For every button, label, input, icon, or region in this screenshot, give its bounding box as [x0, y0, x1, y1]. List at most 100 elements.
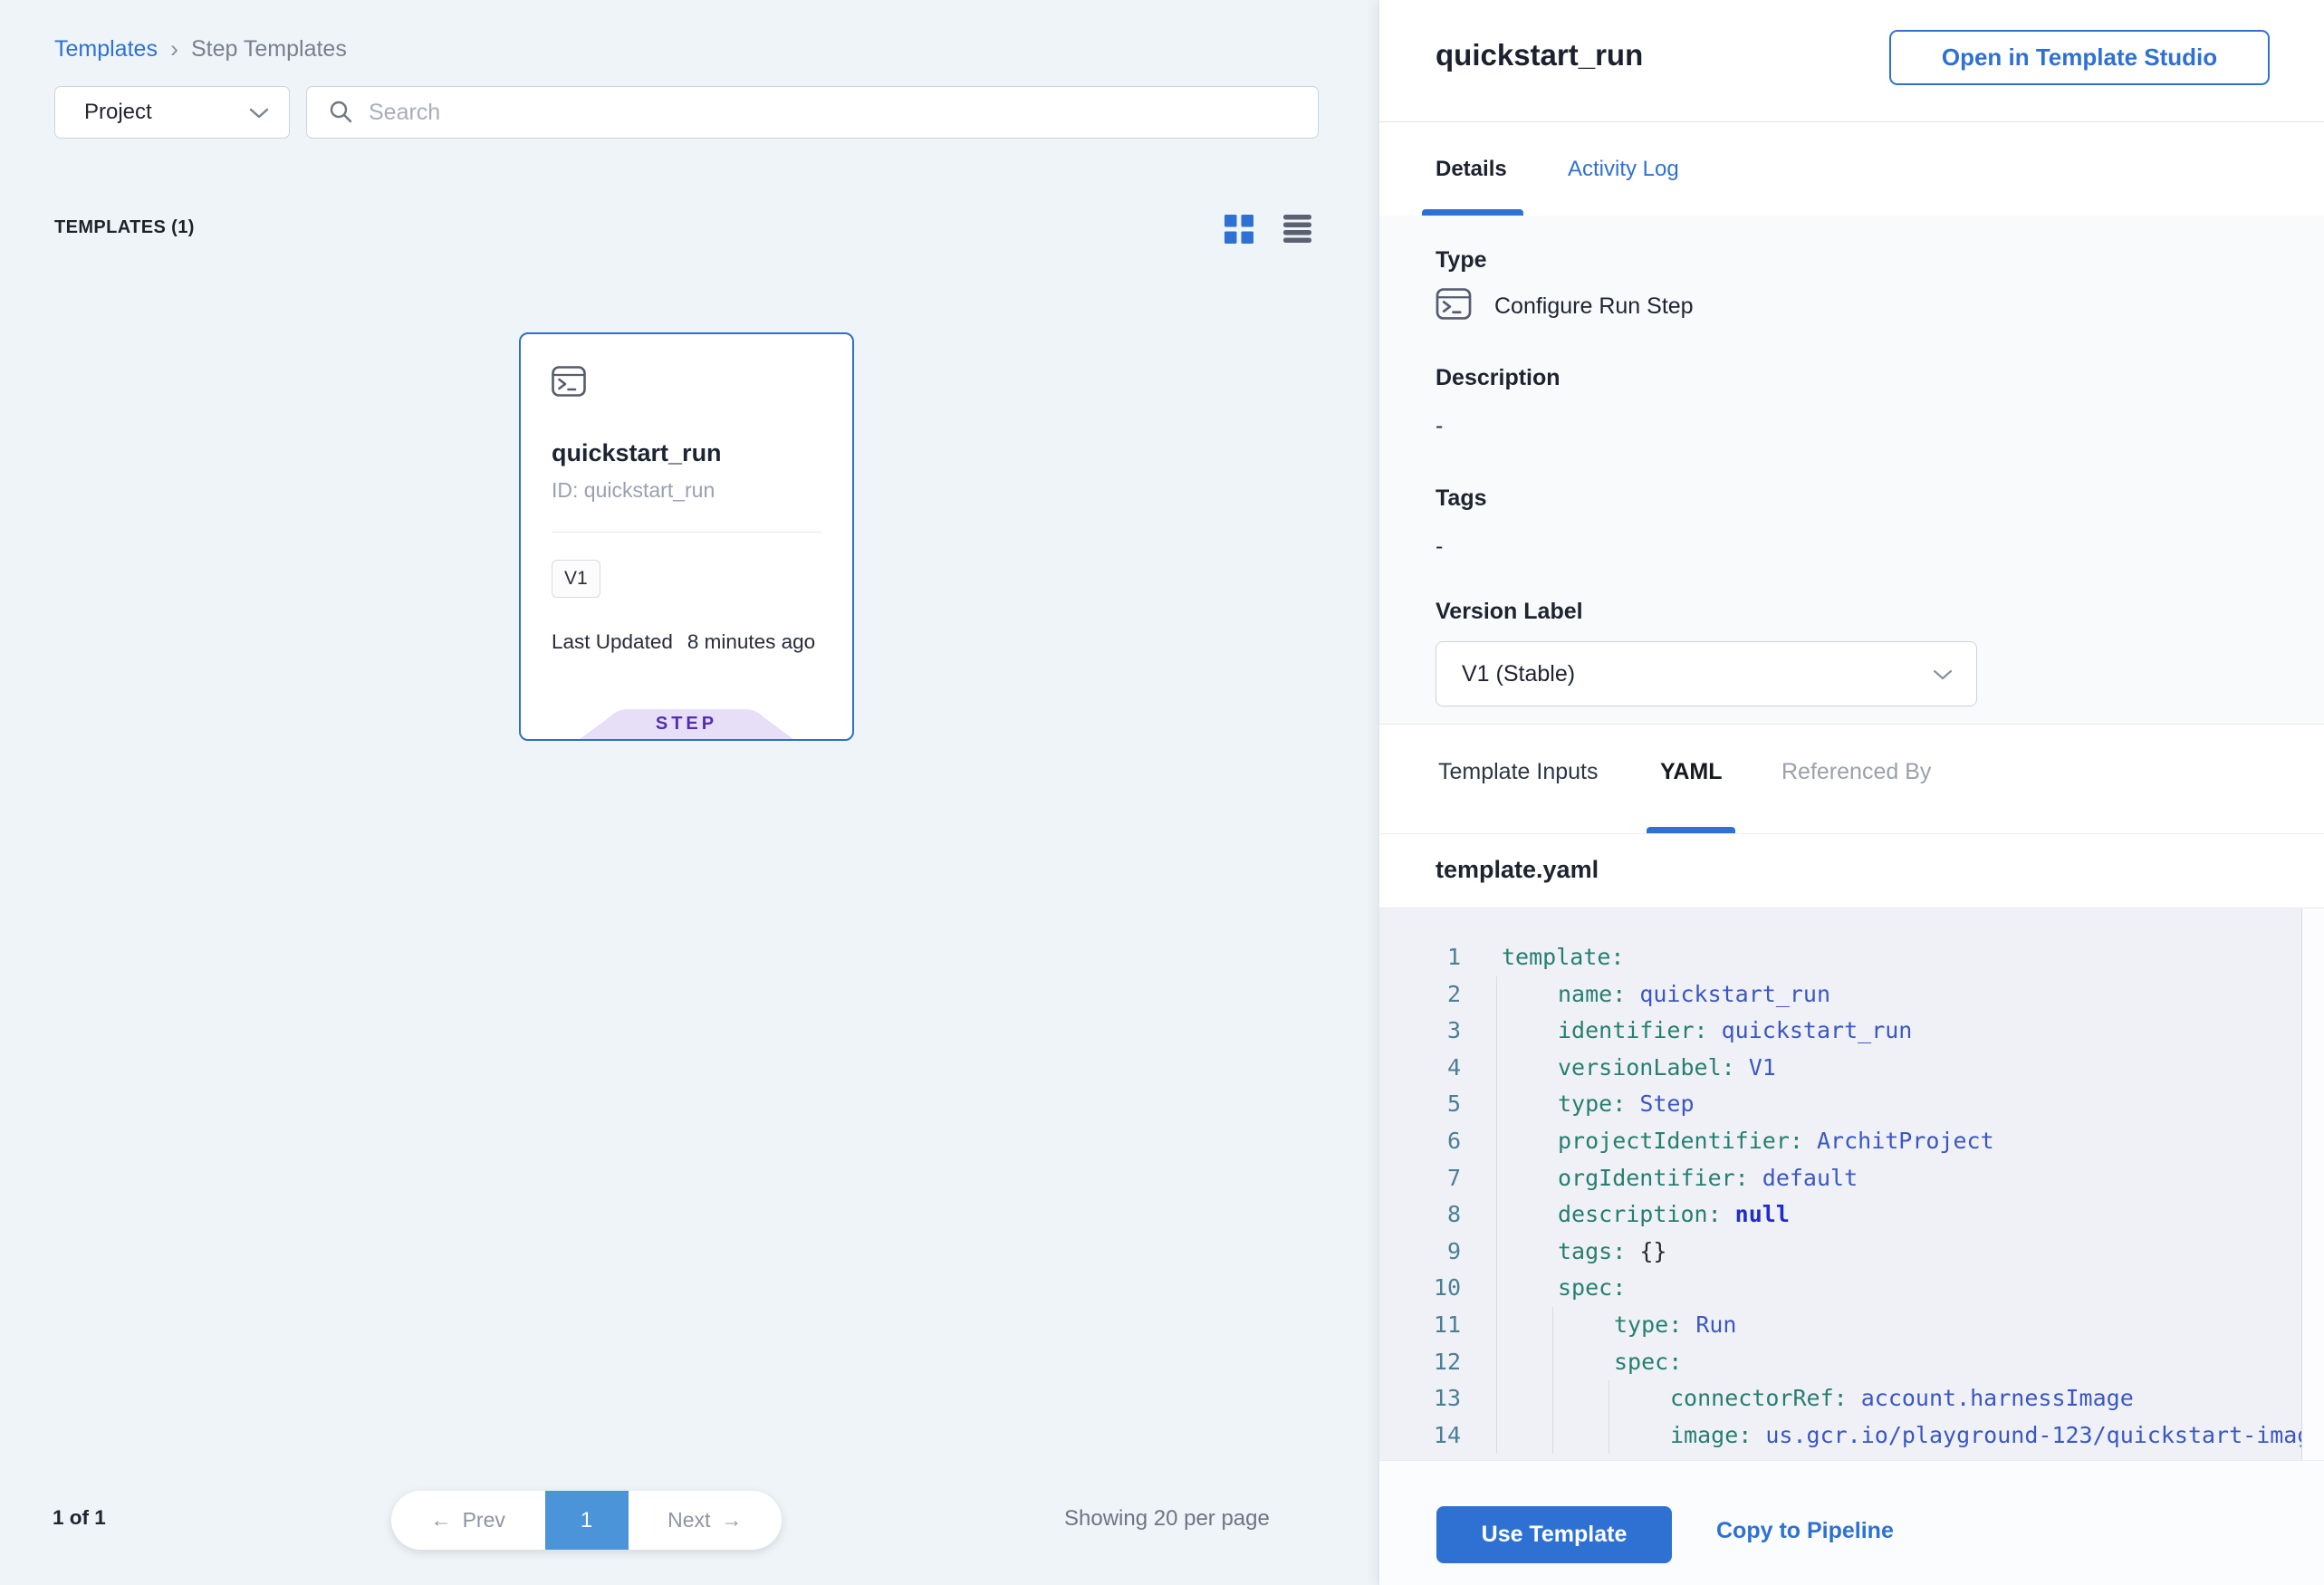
template-card[interactable]: quickstart_run ID: quickstart_run V1 Las… [519, 332, 854, 741]
active-tab-underline [1647, 827, 1735, 833]
tab-template-inputs[interactable]: Template Inputs [1438, 759, 1599, 785]
description-label: Description [1436, 364, 2324, 391]
indent-guide [1496, 1234, 1497, 1271]
yaml-line: 12 spec: [1379, 1344, 2302, 1381]
yaml-line: 4 versionLabel: V1 [1379, 1050, 2302, 1087]
details-footer: Use Template Copy to Pipeline [1379, 1460, 2324, 1585]
line-number: 2 [1379, 976, 1461, 1013]
line-number: 3 [1379, 1013, 1461, 1050]
yaml-file-header: template.yaml [1379, 834, 2324, 908]
next-page-button[interactable]: Next → [629, 1491, 783, 1550]
line-number: 11 [1379, 1307, 1461, 1344]
use-template-button[interactable]: Use Template [1436, 1506, 1672, 1563]
yaml-value: ArchitProject [1803, 1128, 1994, 1154]
indent-guide [1496, 1050, 1497, 1087]
tab-activity-log[interactable]: Activity Log [1568, 157, 1679, 182]
line-number: 4 [1379, 1050, 1461, 1087]
templates-count-label: TEMPLATES (1) [54, 217, 195, 238]
yaml-line: 11type: Run [1379, 1307, 2302, 1344]
scope-dropdown[interactable]: Project [54, 86, 290, 139]
line-number: 7 [1379, 1160, 1461, 1197]
open-in-template-studio-button[interactable]: Open in Template Studio [1889, 30, 2270, 85]
line-number: 9 [1379, 1234, 1461, 1271]
yaml-code-viewer: 1template:2name: quickstart_run3identifi… [1379, 908, 2324, 1460]
version-dropdown[interactable]: V1 (Stable) [1436, 641, 1977, 706]
copy-to-pipeline-link[interactable]: Copy to Pipeline [1716, 1518, 1894, 1544]
search-box [306, 86, 1319, 139]
yaml-key: versionLabel: [1558, 1054, 1735, 1081]
panel-title: quickstart_run [1436, 38, 1643, 72]
yaml-line: 5 type: Step [1379, 1086, 2302, 1123]
yaml-key: template: [1502, 944, 1624, 970]
templates-list-panel: Templates › Step Templates Project TEMPL… [0, 0, 1378, 1585]
list-view-icon[interactable] [1283, 214, 1312, 243]
indent-guide [1496, 1160, 1497, 1197]
version-dropdown-value: V1 (Stable) [1462, 661, 1575, 687]
type-value: Configure Run Step [1494, 293, 1694, 320]
search-input[interactable] [369, 100, 1292, 126]
yaml-value: V1 [1735, 1054, 1776, 1081]
yaml-value: Step [1626, 1090, 1694, 1117]
line-number: 1 [1379, 939, 1461, 976]
type-label: Type [1436, 246, 2324, 274]
template-card-title: quickstart_run [552, 439, 821, 467]
step-type-badge: STEP [580, 709, 793, 739]
yaml-line: 14image: us.gcr.io/playground-123/quicks… [1379, 1417, 2302, 1455]
indent-guide [1496, 1086, 1497, 1123]
scope-dropdown-value: Project [84, 100, 152, 125]
chevron-down-icon [249, 108, 269, 124]
tab-details[interactable]: Details [1436, 157, 1507, 182]
yaml-line: 10 spec: [1379, 1270, 2302, 1307]
line-number: 5 [1379, 1086, 1461, 1123]
yaml-line: 9 tags: {} [1379, 1234, 2302, 1271]
details-section: Type Configure Run Step Description - Ta… [1379, 216, 2324, 725]
arrow-right-icon: → [721, 1508, 742, 1532]
indent-guide [1496, 1123, 1497, 1160]
search-icon [329, 100, 354, 125]
tab-yaml[interactable]: YAML [1660, 759, 1723, 785]
yaml-line: 3identifier: quickstart_run [1379, 1013, 2302, 1050]
yaml-key: type: [1558, 1090, 1626, 1117]
indent-guide [1496, 1196, 1497, 1234]
yaml-value: Run [1682, 1311, 1736, 1338]
breadcrumb-current-page: Step Templates [191, 36, 347, 62]
last-updated-value: 8 minutes ago [687, 630, 815, 654]
tab-referenced-by[interactable]: Referenced By [1781, 759, 1931, 785]
yaml-value: {} [1626, 1238, 1666, 1264]
line-number: 6 [1379, 1123, 1461, 1160]
description-value: - [1436, 413, 2324, 439]
pagination: ← Prev 1 Next → [391, 1491, 782, 1550]
details-tab-bar: Details Activity Log [1379, 122, 2324, 216]
yaml-line: 2name: quickstart_run [1379, 976, 2302, 1013]
step-badge-label: STEP [580, 714, 793, 735]
line-number: 12 [1379, 1344, 1461, 1381]
line-number: 10 [1379, 1270, 1461, 1307]
breadcrumb-templates-link[interactable]: Templates [54, 36, 158, 62]
version-label: Version Label [1436, 598, 2324, 625]
terminal-icon [552, 385, 586, 400]
yaml-key: tags: [1558, 1238, 1626, 1264]
type-row: Configure Run Step [1436, 288, 2324, 324]
line-number: 13 [1379, 1380, 1461, 1417]
yaml-key: name: [1558, 981, 1626, 1007]
next-label: Next [667, 1508, 710, 1532]
yaml-key: spec: [1558, 1274, 1626, 1301]
yaml-file-name: template.yaml [1436, 856, 1599, 884]
yaml-key: description: [1558, 1201, 1722, 1227]
indent-guide [1496, 1307, 1497, 1344]
code-scrollbar[interactable] [2301, 908, 2324, 1460]
yaml-key: spec: [1614, 1349, 1682, 1375]
tags-label: Tags [1436, 485, 2324, 512]
templates-page: Templates › Step Templates Project TEMPL… [0, 0, 2324, 1585]
page-number-button[interactable]: 1 [545, 1491, 629, 1550]
indent-guide [1552, 1344, 1553, 1381]
yaml-key: orgIdentifier: [1558, 1165, 1749, 1191]
yaml-value: default [1749, 1165, 1858, 1191]
last-updated-row: Last Updated 8 minutes ago [552, 630, 821, 654]
grid-view-icon[interactable] [1224, 215, 1253, 244]
yaml-value: us.gcr.io/playground-123/quickstart-imag… [1752, 1422, 2302, 1448]
indent-guide [1496, 1380, 1497, 1417]
indent-guide [1496, 1013, 1497, 1050]
prev-page-button[interactable]: ← Prev [391, 1491, 545, 1550]
template-card-id: ID: quickstart_run [552, 478, 821, 503]
